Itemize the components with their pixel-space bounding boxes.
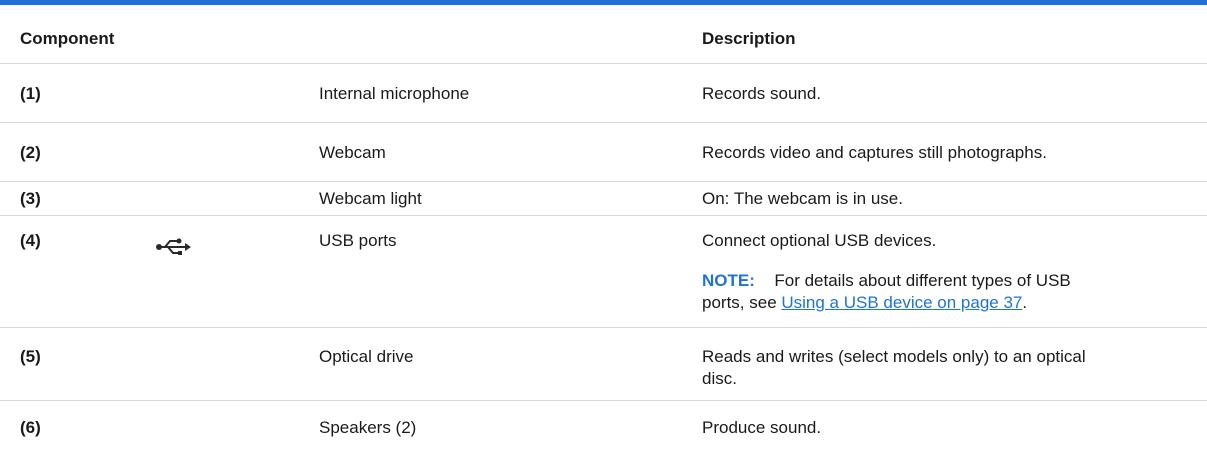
- table-row: (3) Webcam light On: The webcam is in us…: [0, 182, 1207, 216]
- table-row: (5) Optical drive Reads and writes (sele…: [0, 328, 1207, 401]
- component-name: Webcam light: [319, 189, 422, 208]
- row-number: (4): [20, 231, 41, 250]
- component-name: Internal microphone: [319, 84, 470, 103]
- component-name: Optical drive: [319, 347, 414, 366]
- component-description: Connect optional USB devices.: [702, 231, 937, 250]
- component-name: USB ports: [319, 231, 397, 250]
- component-description-line1: Reads and writes (select models only) to…: [702, 347, 1086, 366]
- note-label: NOTE:: [702, 271, 755, 290]
- row-number: (3): [20, 189, 41, 208]
- note: NOTE: For details about different types …: [702, 270, 1182, 292]
- header-description: Description: [702, 29, 796, 48]
- component-description: On: The webcam is in use.: [702, 189, 903, 208]
- row-number: (6): [20, 418, 41, 437]
- note-text-suffix: .: [1022, 293, 1028, 312]
- component-description: Produce sound.: [702, 418, 822, 437]
- table-header-row: Component Description: [0, 5, 1207, 64]
- row-number: (1): [20, 84, 41, 103]
- component-name: Webcam: [319, 143, 386, 162]
- table-row: (2) Webcam Records video and captures st…: [0, 123, 1207, 182]
- row-number: (5): [20, 347, 41, 366]
- usb-icon: [155, 237, 191, 263]
- usb-device-link[interactable]: Using a USB device on page 37: [781, 293, 1022, 312]
- table-row: (6) Speakers (2) Produce sound.: [0, 401, 1207, 457]
- note-text-line1: For details about different types of USB: [774, 271, 1071, 290]
- component-description-line2: disc.: [702, 369, 737, 388]
- component-name: Speakers (2): [319, 418, 417, 437]
- component-table: Component Description (1) Internal micro…: [0, 0, 1207, 457]
- table-row: (1) Internal microphone Records sound.: [0, 64, 1207, 123]
- note-line2: ports, see Using a USB device on page 37…: [702, 292, 1182, 314]
- component-description: Records video and captures still photogr…: [702, 143, 1047, 162]
- component-description: Records sound.: [702, 84, 822, 103]
- header-component: Component: [20, 29, 115, 48]
- row-number: (2): [20, 143, 41, 162]
- table-row: (4) USB ports Connect optional USB devic…: [0, 216, 1207, 328]
- note-text-prefix: ports, see: [702, 293, 782, 312]
